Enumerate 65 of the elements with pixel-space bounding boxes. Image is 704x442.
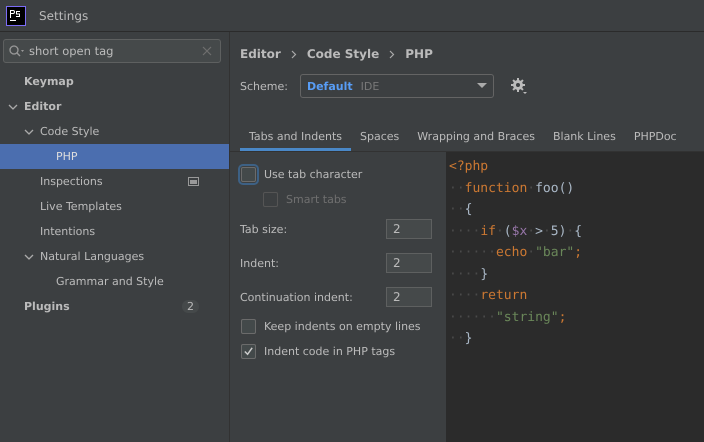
checkbox-label: Keep indents on empty lines — [264, 320, 421, 333]
code-line: ··{ — [449, 201, 474, 219]
chevron-icon — [24, 252, 34, 262]
breadcrumb-item: PHP — [405, 47, 433, 61]
chevron-icon — [290, 50, 297, 58]
number-field[interactable]: 2 — [386, 287, 432, 307]
dropdown-arrow-icon — [476, 83, 487, 89]
sidebar-item[interactable]: Plugins 2 — [0, 294, 229, 319]
tab[interactable]: Blank Lines — [544, 127, 625, 151]
code-line: ····} — [449, 266, 490, 284]
sidebar-label: Grammar and Style — [56, 275, 165, 288]
tab[interactable]: Spaces — [351, 127, 408, 151]
sidebar-label: Code Style — [40, 125, 100, 138]
number-field[interactable]: 2 — [386, 219, 432, 239]
checkbox-label: Use tab character — [264, 168, 362, 181]
sidebar-label: Live Templates — [40, 200, 123, 213]
code-line: ····return — [449, 287, 528, 305]
sidebar-label: Keymap — [24, 75, 75, 88]
search-input[interactable]: short open tag — [29, 44, 198, 58]
chevron-icon — [24, 126, 34, 136]
tab[interactable]: Tabs and Indents — [240, 127, 352, 151]
sidebar-item[interactable]: Live Templates — [0, 194, 229, 219]
sidebar-label: PHP — [56, 150, 79, 163]
sidebar-item[interactable]: Natural Languages — [0, 244, 229, 269]
sidebar-label: Inspections — [40, 175, 104, 188]
code-line: <?php — [449, 158, 490, 176]
sidebar-item[interactable]: Inspections — [0, 169, 229, 194]
sidebar-item[interactable]: Grammar and Style — [0, 269, 229, 294]
field-label: Tab size: — [240, 222, 288, 236]
sidebar-label: Natural Languages — [40, 250, 146, 263]
search-field[interactable]: short open tag — [3, 39, 221, 63]
checkbox-label: Indent code in PHP tags — [264, 345, 396, 358]
window-title: Settings — [39, 8, 88, 22]
code-line: ··function·foo() — [449, 180, 576, 198]
code-line: ······"string"; — [449, 308, 568, 326]
count-badge: 2 — [182, 300, 199, 313]
number-field[interactable]: 2 — [386, 253, 432, 273]
tab[interactable]: Wrapping and Braces — [408, 127, 544, 151]
code-line: ··} — [449, 330, 474, 348]
field-label: Indent: — [240, 256, 279, 270]
sidebar-item[interactable]: Code Style — [0, 119, 229, 144]
settings-icon[interactable] — [510, 77, 528, 95]
sidebar-item[interactable]: Editor — [0, 94, 229, 119]
code-line: ······echo·"bar"; — [449, 244, 584, 262]
chevron-icon — [8, 102, 18, 112]
tab[interactable]: PHPDoc — [624, 127, 686, 151]
app-logo-icon — [6, 6, 26, 26]
sidebar-item[interactable]: Keymap — [0, 69, 229, 94]
sidebar-item[interactable]: Intentions — [0, 219, 229, 244]
breadcrumb-item: Code Style — [306, 47, 380, 61]
sidebar-label: Editor — [24, 100, 62, 113]
sidebar-item[interactable]: PHP — [0, 144, 229, 169]
sidebar-label: Intentions — [40, 225, 96, 238]
code-line: ····if·($x·>·5)·{ — [449, 222, 584, 240]
sidebar-label: Plugins — [24, 300, 71, 313]
checkbox[interactable] — [241, 344, 256, 359]
field-label: Continuation indent: — [240, 290, 353, 304]
checkbox[interactable] — [241, 167, 256, 182]
clear-icon[interactable] — [202, 46, 212, 56]
breadcrumb-item: Editor — [240, 47, 281, 61]
scheme-dropdown[interactable]: Default IDE — [300, 74, 494, 98]
search-icon — [9, 45, 25, 57]
chevron-icon — [389, 50, 396, 58]
checkbox[interactable] — [241, 319, 256, 334]
scheme-label: Scheme: — [240, 80, 288, 92]
